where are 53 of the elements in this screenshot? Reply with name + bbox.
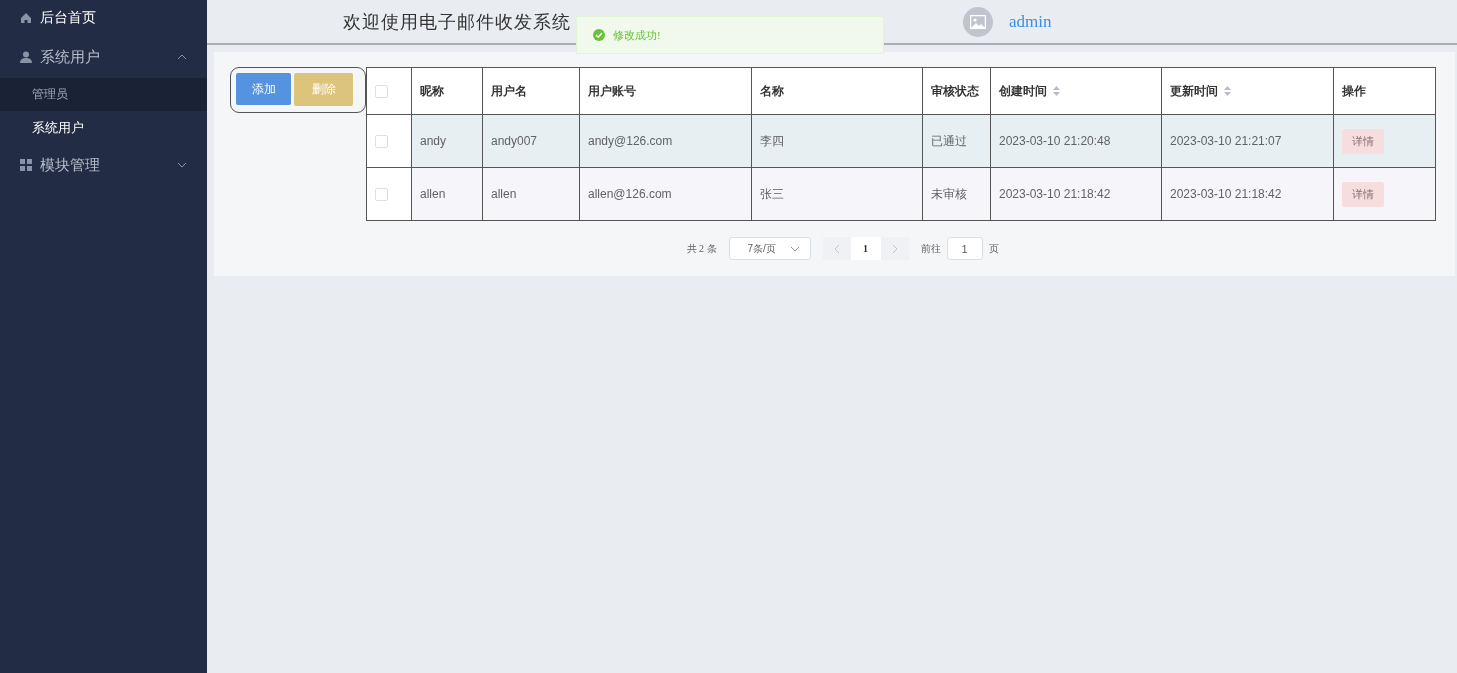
grid-icon bbox=[20, 159, 32, 171]
goto-suffix: 页 bbox=[988, 241, 999, 256]
column-header: 操作 bbox=[1333, 67, 1436, 115]
details-button[interactable]: 详情 bbox=[1342, 128, 1384, 154]
previous-page-button[interactable] bbox=[822, 237, 851, 260]
sidebar-subitem[interactable]: 管理员 bbox=[0, 78, 207, 111]
table-cell: allen@126.com bbox=[579, 167, 752, 221]
table-cell: allen bbox=[411, 167, 483, 221]
image-icon bbox=[970, 14, 986, 29]
table-cell: andy007 bbox=[482, 114, 580, 168]
table-cell: 2023-03-10 21:18:42 bbox=[1161, 167, 1334, 221]
table-cell: 2023-03-10 21:18:42 bbox=[990, 167, 1162, 221]
column-header: 审核状态 bbox=[922, 67, 991, 115]
table-cell: andy bbox=[411, 114, 483, 168]
next-page-button[interactable] bbox=[880, 237, 909, 260]
column-header: 用户账号 bbox=[579, 67, 752, 115]
column-header: 用户名 bbox=[482, 67, 580, 115]
avatar[interactable] bbox=[963, 6, 993, 37]
page-title: 欢迎使用电子邮件收发系统 bbox=[343, 10, 571, 34]
goto-page-field[interactable]: 1 bbox=[946, 237, 983, 260]
caret-up-icon bbox=[177, 53, 187, 61]
column-header: 昵称 bbox=[411, 67, 483, 115]
row-checkbox[interactable] bbox=[375, 135, 388, 149]
total-count: 共 2 条 bbox=[686, 241, 717, 256]
table-cell: 2023-03-10 21:21:07 bbox=[1161, 114, 1334, 168]
page-size-select[interactable]: 7条/页 bbox=[728, 237, 811, 260]
user-icon bbox=[20, 51, 32, 63]
details-button[interactable]: 详情 bbox=[1342, 181, 1384, 207]
select-all-checkbox[interactable] bbox=[375, 84, 388, 98]
table-cell: allen bbox=[482, 167, 580, 221]
column-header: 名称 bbox=[751, 67, 923, 115]
toast-message: 修改成功! bbox=[613, 27, 661, 43]
page-number[interactable]: 1 bbox=[850, 237, 881, 260]
check-circle-icon bbox=[593, 29, 605, 41]
sidebar-item[interactable]: 系统用户 bbox=[0, 36, 207, 78]
column-header[interactable]: 更新时间 bbox=[1170, 83, 1218, 99]
chevron-right-icon bbox=[891, 243, 898, 254]
sidebar-item[interactable]: 模块管理 bbox=[0, 144, 207, 186]
caret-down-icon bbox=[177, 161, 187, 169]
table-cell: andy@126.com bbox=[579, 114, 752, 168]
home-icon bbox=[20, 12, 32, 24]
table-cell: 未审核 bbox=[922, 167, 991, 221]
table-cell: 张三 bbox=[751, 167, 923, 221]
goto-label: 前往 bbox=[920, 241, 941, 256]
chevron-left-icon bbox=[833, 243, 840, 254]
table-cell: 已通过 bbox=[922, 114, 991, 168]
table-cell: 李四 bbox=[751, 114, 923, 168]
caret-down-icon bbox=[789, 244, 800, 253]
sidebar-item[interactable]: 后台首页 bbox=[0, 0, 207, 36]
row-checkbox[interactable] bbox=[375, 188, 388, 202]
column-header[interactable]: 创建时间 bbox=[999, 83, 1047, 99]
table-cell: 2023-03-10 21:20:48 bbox=[990, 114, 1162, 168]
sidebar-subitem[interactable]: 系统用户 bbox=[0, 111, 207, 144]
